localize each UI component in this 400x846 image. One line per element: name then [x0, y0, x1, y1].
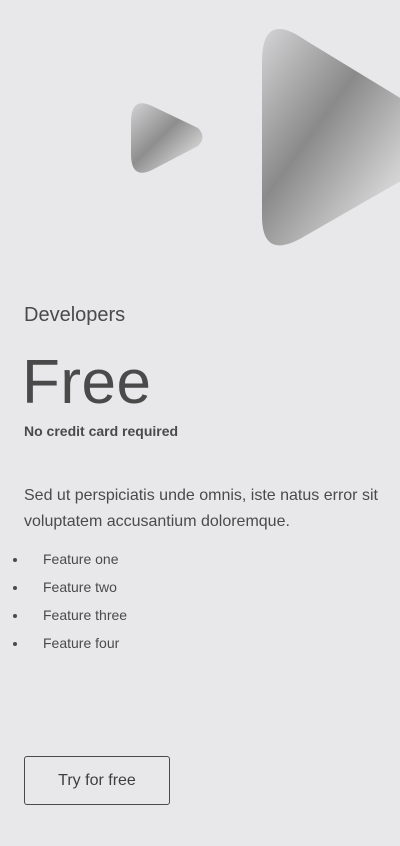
feature-item: Feature one — [0, 545, 400, 573]
bullet-icon — [13, 558, 17, 562]
bullet-icon — [13, 642, 17, 646]
small-play-triangle-icon — [131, 103, 203, 173]
large-play-triangle-icon — [262, 29, 400, 246]
price-note: No credit card required — [24, 423, 179, 439]
pricing-card: Developers Free No credit card required … — [0, 0, 400, 846]
plan-name: Developers — [24, 304, 126, 326]
feature-label: Feature two — [43, 579, 117, 595]
feature-list: Feature one Feature two Feature three Fe… — [0, 545, 400, 657]
bullet-icon — [13, 614, 17, 618]
feature-label: Feature one — [43, 551, 119, 567]
feature-label: Feature three — [43, 607, 128, 623]
feature-item: Feature two — [0, 573, 400, 601]
plan-price: Free — [22, 348, 152, 417]
bullet-icon — [13, 586, 17, 590]
plan-description: Sed ut perspiciatis unde omnis, iste nat… — [24, 487, 378, 530]
hero-illustration — [131, 29, 400, 246]
try-for-free-button[interactable]: Try for free — [24, 756, 170, 805]
feature-item: Feature four — [0, 629, 400, 657]
feature-item: Feature three — [0, 601, 400, 629]
feature-label: Feature four — [43, 635, 120, 651]
